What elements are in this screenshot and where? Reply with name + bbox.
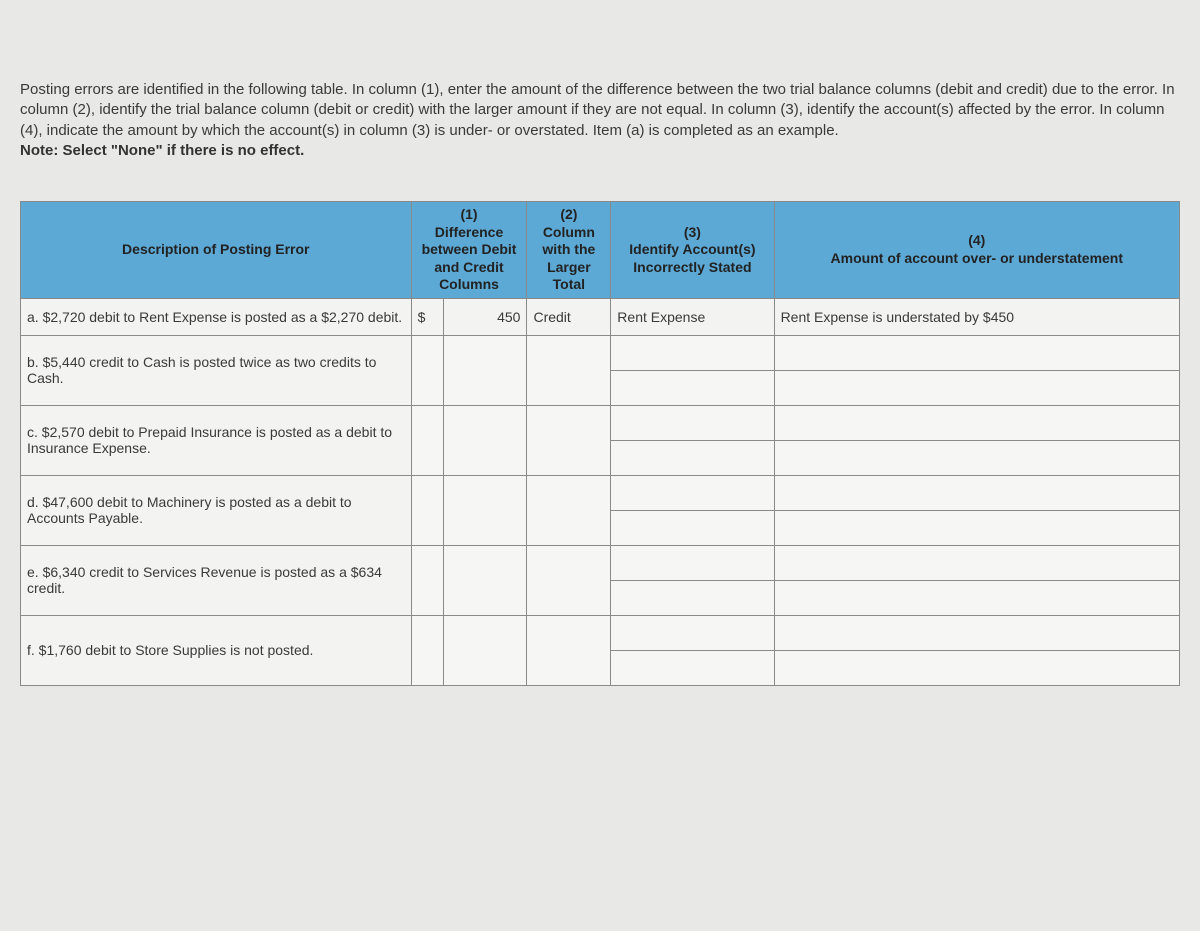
instructions-note: Note: Select "None" if there is no effec… [20,142,304,159]
row-f-larger-column-input[interactable] [527,615,611,685]
row-b-account-input-2[interactable] [611,370,774,405]
instructions-block: Posting errors are identified in the fol… [20,80,1180,161]
row-d-account-input-2[interactable] [611,510,774,545]
row-b-description: b. $5,440 credit to Cash is posted twice… [21,335,412,405]
table-row-d: d. $47,600 debit to Machinery is posted … [21,475,1180,510]
row-d-statement-input-1[interactable] [774,475,1179,510]
header-description: Description of Posting Error [21,202,412,299]
table-row-e: e. $6,340 credit to Services Revenue is … [21,545,1180,580]
row-c-larger-column-input[interactable] [527,405,611,475]
row-f-currency[interactable] [411,615,444,685]
row-c-description: c. $2,570 debit to Prepaid Insurance is … [21,405,412,475]
row-e-account-input-2[interactable] [611,580,774,615]
row-a-statement-input[interactable]: Rent Expense is understated by $450 [774,298,1179,335]
row-b-statement-input-1[interactable] [774,335,1179,370]
row-f-statement-input-1[interactable] [774,615,1179,650]
row-c-account-input-2[interactable] [611,440,774,475]
row-b-difference-input[interactable] [444,335,527,405]
row-c-difference-input[interactable] [444,405,527,475]
row-c-currency[interactable] [411,405,444,475]
row-a-currency: $ [411,298,444,335]
row-a-description: a. $2,720 debit to Rent Expense is poste… [21,298,412,335]
row-a-difference-input[interactable]: 450 [444,298,527,335]
row-e-account-input-1[interactable] [611,545,774,580]
row-e-description: e. $6,340 credit to Services Revenue is … [21,545,412,615]
row-f-account-input-1[interactable] [611,615,774,650]
header-col2: (2) Column with the Larger Total [527,202,611,299]
row-f-difference-input[interactable] [444,615,527,685]
row-c-statement-input-1[interactable] [774,405,1179,440]
table-row-f: f. $1,760 debit to Store Supplies is not… [21,615,1180,650]
row-c-account-input-1[interactable] [611,405,774,440]
header-col1: (1) Difference between Debit and Credit … [411,202,527,299]
row-c-statement-input-2[interactable] [774,440,1179,475]
row-f-description: f. $1,760 debit to Store Supplies is not… [21,615,412,685]
row-e-difference-input[interactable] [444,545,527,615]
table-row-c: c. $2,570 debit to Prepaid Insurance is … [21,405,1180,440]
row-b-currency[interactable] [411,335,444,405]
row-e-larger-column-input[interactable] [527,545,611,615]
row-d-description: d. $47,600 debit to Machinery is posted … [21,475,412,545]
row-d-account-input-1[interactable] [611,475,774,510]
instructions-text: Posting errors are identified in the fol… [20,81,1175,139]
row-f-statement-input-2[interactable] [774,650,1179,685]
row-e-currency[interactable] [411,545,444,615]
posting-error-table: Description of Posting Error (1) Differe… [20,201,1180,686]
row-f-account-input-2[interactable] [611,650,774,685]
header-col3: (3) Identify Account(s) Incorrectly Stat… [611,202,774,299]
row-a-account-input[interactable]: Rent Expense [611,298,774,335]
row-e-statement-input-2[interactable] [774,580,1179,615]
row-b-statement-input-2[interactable] [774,370,1179,405]
row-d-larger-column-input[interactable] [527,475,611,545]
table-row-a: a. $2,720 debit to Rent Expense is poste… [21,298,1180,335]
row-d-statement-input-2[interactable] [774,510,1179,545]
header-col4: (4) Amount of account over- or understat… [774,202,1179,299]
row-b-account-input-1[interactable] [611,335,774,370]
row-e-statement-input-1[interactable] [774,545,1179,580]
row-d-difference-input[interactable] [444,475,527,545]
row-d-currency[interactable] [411,475,444,545]
row-a-larger-column-input[interactable]: Credit [527,298,611,335]
row-b-larger-column-input[interactable] [527,335,611,405]
table-row-b: b. $5,440 credit to Cash is posted twice… [21,335,1180,370]
